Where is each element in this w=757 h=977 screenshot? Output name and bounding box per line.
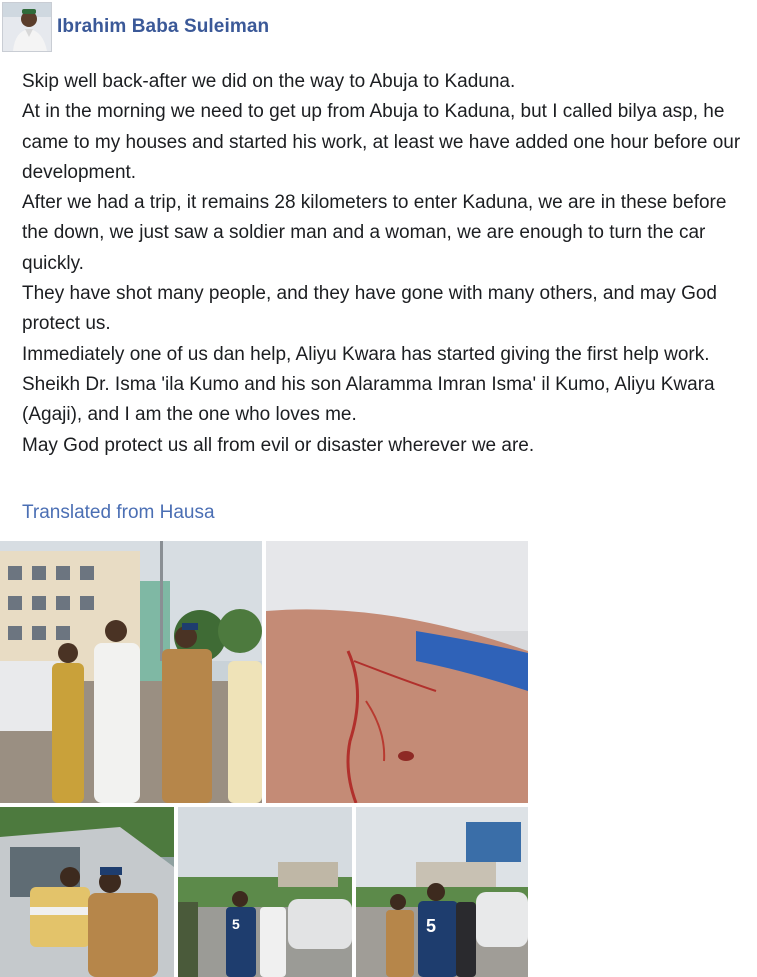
post-paragraph: Skip well back-after we did on the way t…	[22, 71, 516, 92]
post-paragraph: At in the morning we need to get up from…	[22, 101, 741, 183]
group-photo[interactable]	[0, 541, 262, 803]
post-paragraph: May God protect us all from evil or disa…	[22, 434, 535, 456]
author-avatar[interactable]	[2, 2, 52, 52]
post-text: Skip well back-after we did on the way t…	[22, 67, 752, 461]
post-paragraph: After we had a trip, it remains 28 kilom…	[22, 192, 727, 274]
roadside-photo[interactable]: 5	[178, 807, 352, 977]
carrying-photo[interactable]: 5	[356, 807, 528, 977]
author-name-link[interactable]: Ibrahim Baba Suleiman	[57, 16, 269, 38]
svg-text:5: 5	[426, 916, 436, 936]
post-paragraph: Sheikh Dr. Isma 'ila Kumo and his son Al…	[22, 373, 715, 426]
car-rescue-photo[interactable]	[0, 807, 174, 977]
post-paragraph: Immediately one of us dan help, Aliyu Kw…	[22, 343, 710, 365]
wound-photo[interactable]	[266, 541, 528, 803]
post-header: Ibrahim Baba Suleiman	[0, 0, 757, 54]
post-paragraph: They have shot many people, and they hav…	[22, 283, 717, 335]
svg-text:5: 5	[232, 916, 240, 932]
translated-from-link[interactable]: Translated from Hausa	[22, 502, 215, 524]
